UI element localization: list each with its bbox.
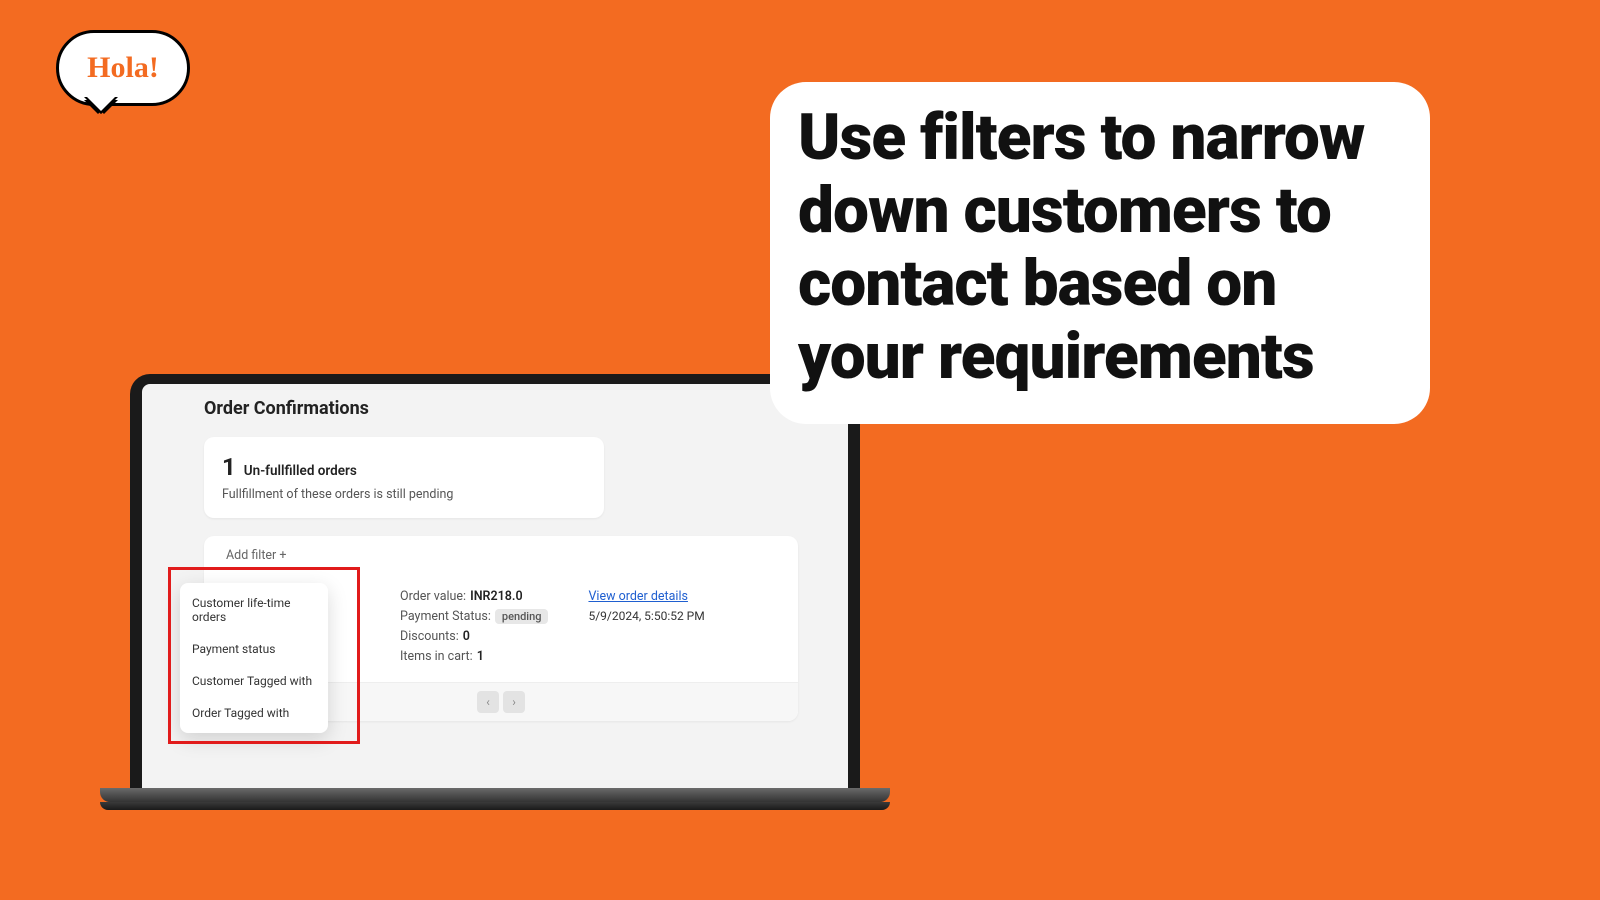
instruction-callout: Use filters to narrow down customers to …	[770, 82, 1430, 424]
paginator-next[interactable]: ›	[503, 691, 525, 713]
items-label: Items in cart:	[400, 649, 473, 664]
discounts-label: Discounts:	[400, 629, 459, 644]
discounts-value: 0	[463, 629, 470, 644]
order-timestamp: 5/9/2024, 5:50:52 PM	[588, 609, 704, 623]
filter-dropdown[interactable]: Customer life-time orders Payment status…	[180, 583, 328, 733]
filter-option-order-tagged[interactable]: Order Tagged with	[180, 697, 328, 729]
order-value: INR218.0	[470, 589, 523, 604]
payment-status-badge: pending	[495, 609, 549, 624]
items-value: 1	[477, 649, 484, 664]
summary-subtext: Fullfillment of these orders is still pe…	[222, 487, 586, 502]
filter-option-lifetime-orders[interactable]: Customer life-time orders	[180, 587, 328, 633]
order-value-label: Order value:	[400, 589, 466, 604]
paginator-prev[interactable]: ‹	[477, 691, 499, 713]
summary-card: 1 Un-fullfilled orders Fullfillment of t…	[204, 437, 604, 518]
hola-speech-bubble: Hola!	[56, 30, 190, 106]
laptop-foot	[100, 802, 890, 810]
laptop-frame: Order Confirmations 1 Un-fullfilled orde…	[130, 374, 860, 794]
payment-status-label: Payment Status:	[400, 609, 491, 624]
view-order-details-link[interactable]: View order details	[588, 589, 704, 604]
filter-option-payment-status[interactable]: Payment status	[180, 633, 328, 665]
instruction-text: Use filters to narrow down customers to …	[798, 102, 1402, 394]
unfulfilled-label: Un-fullfilled orders	[244, 463, 357, 479]
filter-option-customer-tagged[interactable]: Customer Tagged with	[180, 665, 328, 697]
unfulfilled-count: 1	[222, 453, 236, 481]
hola-text: Hola!	[87, 51, 159, 85]
page-title: Order Confirmations	[204, 398, 798, 419]
laptop-base	[100, 788, 890, 802]
app-screen: Order Confirmations 1 Un-fullfilled orde…	[142, 384, 848, 794]
add-filter-button[interactable]: Add filter +	[226, 548, 782, 563]
